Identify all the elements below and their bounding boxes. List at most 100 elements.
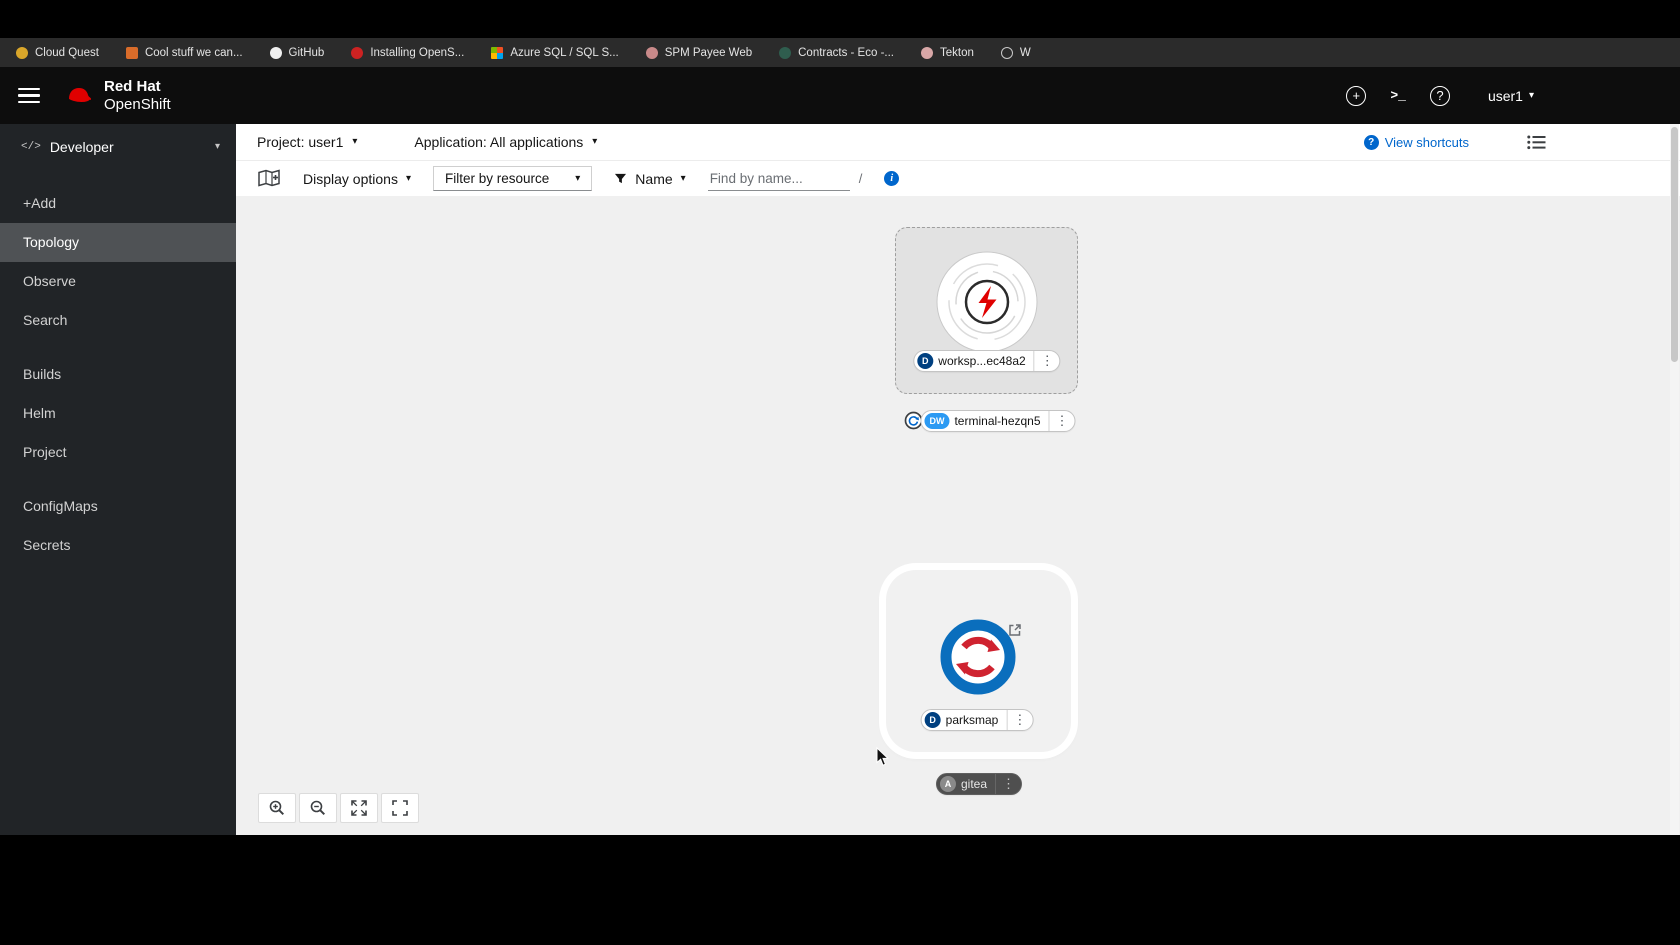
terminal-node-label[interactable]: DW terminal-hezqn5 ⋮ xyxy=(920,410,1076,432)
sidebar-item-search[interactable]: Search xyxy=(0,301,236,340)
topology-canvas[interactable]: D worksp...ec48a2 ⋮ DW terminal-hezqn5 ⋮ xyxy=(236,197,1680,835)
devworkspace-badge: DW xyxy=(924,413,950,429)
chevron-down-icon: ▾ xyxy=(214,141,220,152)
parksmap-logo-icon[interactable] xyxy=(939,618,1017,696)
application-badge: A xyxy=(939,776,956,792)
kebab-menu-icon[interactable]: ⋮ xyxy=(1006,710,1032,730)
kebab-menu-icon[interactable]: ⋮ xyxy=(1033,351,1060,371)
bookmark-contracts[interactable]: Contracts - Eco -... xyxy=(779,46,894,59)
bookmark-label: Tekton xyxy=(939,46,974,59)
bookmark-favicon xyxy=(125,46,138,59)
sidebar-item-helm[interactable]: Helm xyxy=(0,394,236,433)
bookmark-spm-payee[interactable]: SPM Payee Web xyxy=(645,46,753,59)
sidebar-nav: </> Developer ▾ +Add Topology Observe Se… xyxy=(0,124,236,835)
bookmark-tekton[interactable]: Tekton xyxy=(920,46,974,59)
application-selector-label: Application: All applications xyxy=(414,134,584,150)
topology-controls xyxy=(258,793,419,823)
gitea-label-text: gitea xyxy=(960,777,988,791)
project-selector-label: Project: user1 xyxy=(257,134,344,150)
hamburger-menu-icon[interactable] xyxy=(18,87,40,104)
open-url-icon[interactable] xyxy=(1008,623,1022,642)
bookmark-w[interactable]: W xyxy=(1000,46,1031,59)
topology-toolbar: Display options ▾ Filter by resource ▾ N… xyxy=(236,161,1680,197)
bookmark-installing-openshift[interactable]: Installing OpenS... xyxy=(351,46,465,59)
github-icon xyxy=(269,46,282,59)
perspective-label: Developer xyxy=(49,139,114,155)
bookmark-label: W xyxy=(1019,46,1031,59)
brand-logo: Red Hat OpenShift xyxy=(62,78,171,113)
openshift-icon xyxy=(351,46,364,59)
deployment-badge: D xyxy=(917,353,934,369)
sidebar-item-topology[interactable]: Topology xyxy=(0,223,236,262)
sidebar-item-secrets[interactable]: Secrets xyxy=(0,526,236,565)
quick-search-icon[interactable] xyxy=(258,169,281,188)
application-selector[interactable]: Application: All applications ▾ xyxy=(414,134,597,150)
context-bar-right: ? View shortcuts xyxy=(1363,134,1546,150)
fit-to-screen-button[interactable] xyxy=(340,793,378,823)
sidebar-item-project[interactable]: Project xyxy=(0,433,236,472)
redhat-hat-icon xyxy=(66,87,92,104)
quick-create-icon[interactable]: + xyxy=(1346,85,1367,106)
sidebar-item-observe[interactable]: Observe xyxy=(0,262,236,301)
help-icon[interactable]: ? xyxy=(1429,85,1450,106)
mouse-cursor xyxy=(876,747,889,766)
bookmark-favicon xyxy=(16,46,28,59)
masthead: Red Hat OpenShift + >_ ? user1 ▾ xyxy=(0,67,1680,124)
globe-icon xyxy=(1000,46,1013,59)
slash-shortcut-hint: / xyxy=(858,171,863,186)
name-filter-label: Name xyxy=(635,170,673,187)
find-by-name-input[interactable] xyxy=(707,166,850,191)
kebab-menu-icon[interactable]: ⋮ xyxy=(1048,411,1075,431)
bookmark-label: Cloud Quest xyxy=(35,46,99,59)
bookmark-cloud-quest[interactable]: Cloud Quest xyxy=(16,46,99,59)
filter-funnel-icon xyxy=(614,173,627,185)
bookmark-label: SPM Payee Web xyxy=(664,46,753,59)
bookmark-github[interactable]: GitHub xyxy=(269,46,324,59)
caret-down-icon: ▾ xyxy=(680,172,686,184)
bookmark-azure-sql[interactable]: Azure SQL / SQL S... xyxy=(491,46,619,59)
sidebar-item-builds[interactable]: Builds xyxy=(0,355,236,394)
microsoft-grid-icon xyxy=(491,46,504,59)
screen: Cloud Quest Cool stuff we can... GitHub … xyxy=(0,0,1680,945)
kebab-menu-icon[interactable]: ⋮ xyxy=(995,774,1021,794)
sidebar-item-add[interactable]: +Add xyxy=(0,184,236,223)
caret-down-icon: ▾ xyxy=(352,136,358,147)
project-selector[interactable]: Project: user1 ▾ xyxy=(257,134,357,150)
bookmark-label: Cool stuff we can... xyxy=(144,46,243,59)
filter-by-resource-select[interactable]: Filter by resource ▾ xyxy=(432,166,593,191)
parksmap-node-label[interactable]: D parksmap ⋮ xyxy=(920,709,1034,731)
zoom-in-button[interactable] xyxy=(258,793,296,823)
context-bar: Project: user1 ▾ Application: All applic… xyxy=(236,124,1680,161)
brand-line2: OpenShift xyxy=(104,95,171,113)
bookmark-favicon xyxy=(779,46,792,59)
brand-line1: Red Hat xyxy=(104,78,161,96)
display-options-dropdown[interactable]: Display options ▾ xyxy=(303,171,411,187)
sidebar-item-configmaps[interactable]: ConfigMaps xyxy=(0,487,236,526)
web-terminal-icon[interactable]: >_ xyxy=(1390,86,1406,106)
user-menu[interactable]: user1 ▾ xyxy=(1488,88,1534,104)
view-shortcuts-link[interactable]: ? View shortcuts xyxy=(1363,134,1469,150)
bookmark-label: Installing OpenS... xyxy=(370,46,465,59)
deployment-badge: D xyxy=(924,712,941,728)
main-content: Project: user1 ▾ Application: All applic… xyxy=(236,124,1680,835)
fullscreen-button[interactable] xyxy=(381,793,419,823)
workspace-node-label[interactable]: D worksp...ec48a2 ⋮ xyxy=(913,350,1061,372)
window-top-bar xyxy=(0,0,1680,38)
bookmarks-bar: Cloud Quest Cool stuff we can... GitHub … xyxy=(0,38,1680,67)
help-circle-icon: ? xyxy=(1363,134,1379,150)
perspective-switcher[interactable]: </> Developer ▾ xyxy=(0,124,236,170)
filter-by-resource-label: Filter by resource xyxy=(444,171,550,186)
zoom-out-button[interactable] xyxy=(299,793,337,823)
name-filter-dropdown[interactable]: Name ▾ xyxy=(614,170,686,187)
terminal-label-text: terminal-hezqn5 xyxy=(954,414,1041,428)
list-view-toggle-icon[interactable] xyxy=(1527,135,1546,150)
gitea-node-label[interactable]: A gitea ⋮ xyxy=(935,773,1023,795)
bookmark-cool-stuff[interactable]: Cool stuff we can... xyxy=(125,46,243,59)
code-icon: </> xyxy=(21,141,41,153)
find-by-name-group: / xyxy=(707,166,863,191)
info-icon[interactable]: i xyxy=(884,171,900,186)
vertical-scrollbar xyxy=(1670,124,1679,835)
scrollbar-thumb[interactable] xyxy=(1671,127,1678,362)
tekton-icon xyxy=(920,46,933,59)
workspace-lightning-icon[interactable] xyxy=(935,250,1039,354)
